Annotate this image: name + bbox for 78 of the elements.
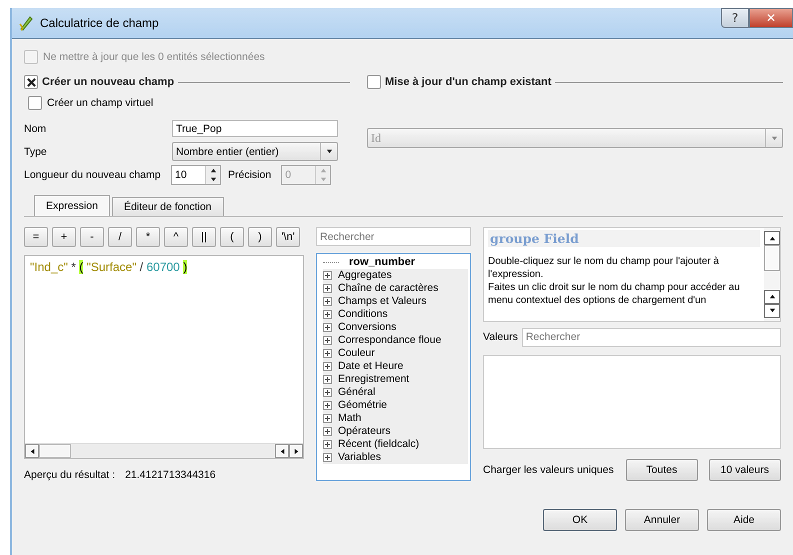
expand-icon[interactable]	[323, 414, 332, 423]
load-button[interactable]: Toutes	[626, 459, 698, 481]
field-label: Nom	[24, 122, 48, 134]
operator-button[interactable]: (	[220, 227, 244, 247]
expand-icon[interactable]	[323, 349, 332, 358]
operator-button[interactable]: +	[52, 227, 76, 247]
help-button[interactable]: ?	[721, 8, 749, 28]
scrollbar[interactable]	[764, 231, 780, 271]
tree-item[interactable]: row_number	[349, 256, 416, 269]
scrollbar[interactable]	[764, 290, 780, 318]
expand-icon[interactable]	[323, 284, 332, 293]
operator-button[interactable]: *	[136, 227, 160, 247]
field-label: Longueur du nouveau champ	[24, 168, 162, 180]
caret-icon	[326, 148, 332, 155]
field-label: Type	[24, 146, 48, 158]
expand-icon[interactable]	[323, 323, 332, 332]
operator-button[interactable]: )	[248, 227, 272, 247]
dialog-button[interactable]: Aide	[707, 509, 781, 531]
operator-button[interactable]: /	[108, 227, 132, 247]
values-label: Valeurs	[483, 331, 518, 343]
operator-button[interactable]: ^	[164, 227, 188, 247]
name-field[interactable]: True_Pop	[172, 120, 338, 137]
load-label: Charger les valeurs uniques	[483, 464, 614, 476]
expand-icon[interactable]	[323, 362, 332, 371]
checkbox-label: Ne mettre à jour que les 0 entités sélectionnées	[43, 51, 265, 63]
expand-icon[interactable]	[323, 375, 332, 384]
scrollbar[interactable]	[25, 443, 303, 458]
expand-icon[interactable]	[323, 453, 332, 462]
up-arrow-icon	[768, 234, 776, 242]
up-arrow-icon	[320, 166, 327, 174]
down-arrow-icon	[320, 176, 327, 182]
right-arrow-icon	[292, 448, 300, 454]
expand-icon[interactable]	[323, 271, 332, 280]
down-arrow-icon	[210, 176, 216, 182]
operator-button[interactable]: =	[24, 227, 48, 247]
type-dropdown[interactable]: Nombre entier (entier)	[172, 142, 338, 161]
operator-button[interactable]: ||	[192, 227, 216, 247]
left-arrow-icon	[278, 448, 286, 454]
left-arrow-icon	[28, 448, 36, 454]
group-title: Mise à jour d'un champ existant	[385, 76, 552, 88]
preview-value: 21.4121713344316	[125, 469, 216, 481]
expand-icon[interactable]	[323, 388, 332, 397]
expand-icon[interactable]	[323, 310, 332, 319]
down-arrow-icon	[768, 307, 776, 314]
search-field[interactable]: Rechercher	[522, 328, 781, 346]
search-field[interactable]: Rechercher	[316, 227, 471, 246]
scrollbar-thumb[interactable]	[39, 444, 71, 458]
tab[interactable]: Expression	[34, 195, 110, 216]
tab[interactable]: Éditeur de fonction	[112, 197, 224, 216]
expand-icon[interactable]	[323, 427, 332, 436]
scrollbar-thumb[interactable]	[764, 245, 780, 271]
group-title: Créer un nouveau champ	[42, 76, 174, 88]
length-spinbox[interactable]: 10	[171, 164, 221, 184]
dialog-button[interactable]: Annuler	[625, 509, 699, 531]
preview-label: Aperçu du résultat :	[24, 469, 116, 481]
checkbox[interactable]	[28, 96, 42, 110]
expand-icon[interactable]	[323, 401, 332, 410]
operator-button[interactable]: '\n'	[276, 227, 300, 247]
up-arrow-icon	[768, 293, 776, 300]
checkbox[interactable]	[24, 75, 38, 89]
checkbox-label: Créer un champ virtuel	[47, 97, 154, 109]
load-button[interactable]: 10 valeurs	[708, 459, 781, 481]
help-title: groupe Field	[488, 230, 760, 247]
field-label: Précision	[228, 168, 272, 180]
expand-icon[interactable]	[323, 336, 332, 345]
window-title: Calculatrice de champ	[40, 16, 159, 30]
up-arrow-icon	[210, 166, 216, 174]
help-text: Faites un clic droit sur le nom du champ pour accéder au menu contextuel des options de chargement d'un	[488, 281, 741, 307]
expand-icon[interactable]	[323, 440, 332, 449]
checkbox[interactable]	[367, 75, 381, 89]
expand-icon[interactable]	[323, 297, 332, 306]
pen-icon	[18, 15, 34, 31]
tree-item[interactable]: Math	[338, 412, 362, 425]
expression-editor[interactable]: "Ind_c" * ( "Surface" / 60700 )	[24, 255, 304, 459]
operator-button[interactable]: -	[80, 227, 104, 247]
help-text: Double-cliquez sur le nom du champ pour l'ajouter à l'expression.	[488, 255, 720, 281]
dialog-button[interactable]: OK	[543, 509, 617, 531]
caret-icon	[770, 134, 778, 142]
